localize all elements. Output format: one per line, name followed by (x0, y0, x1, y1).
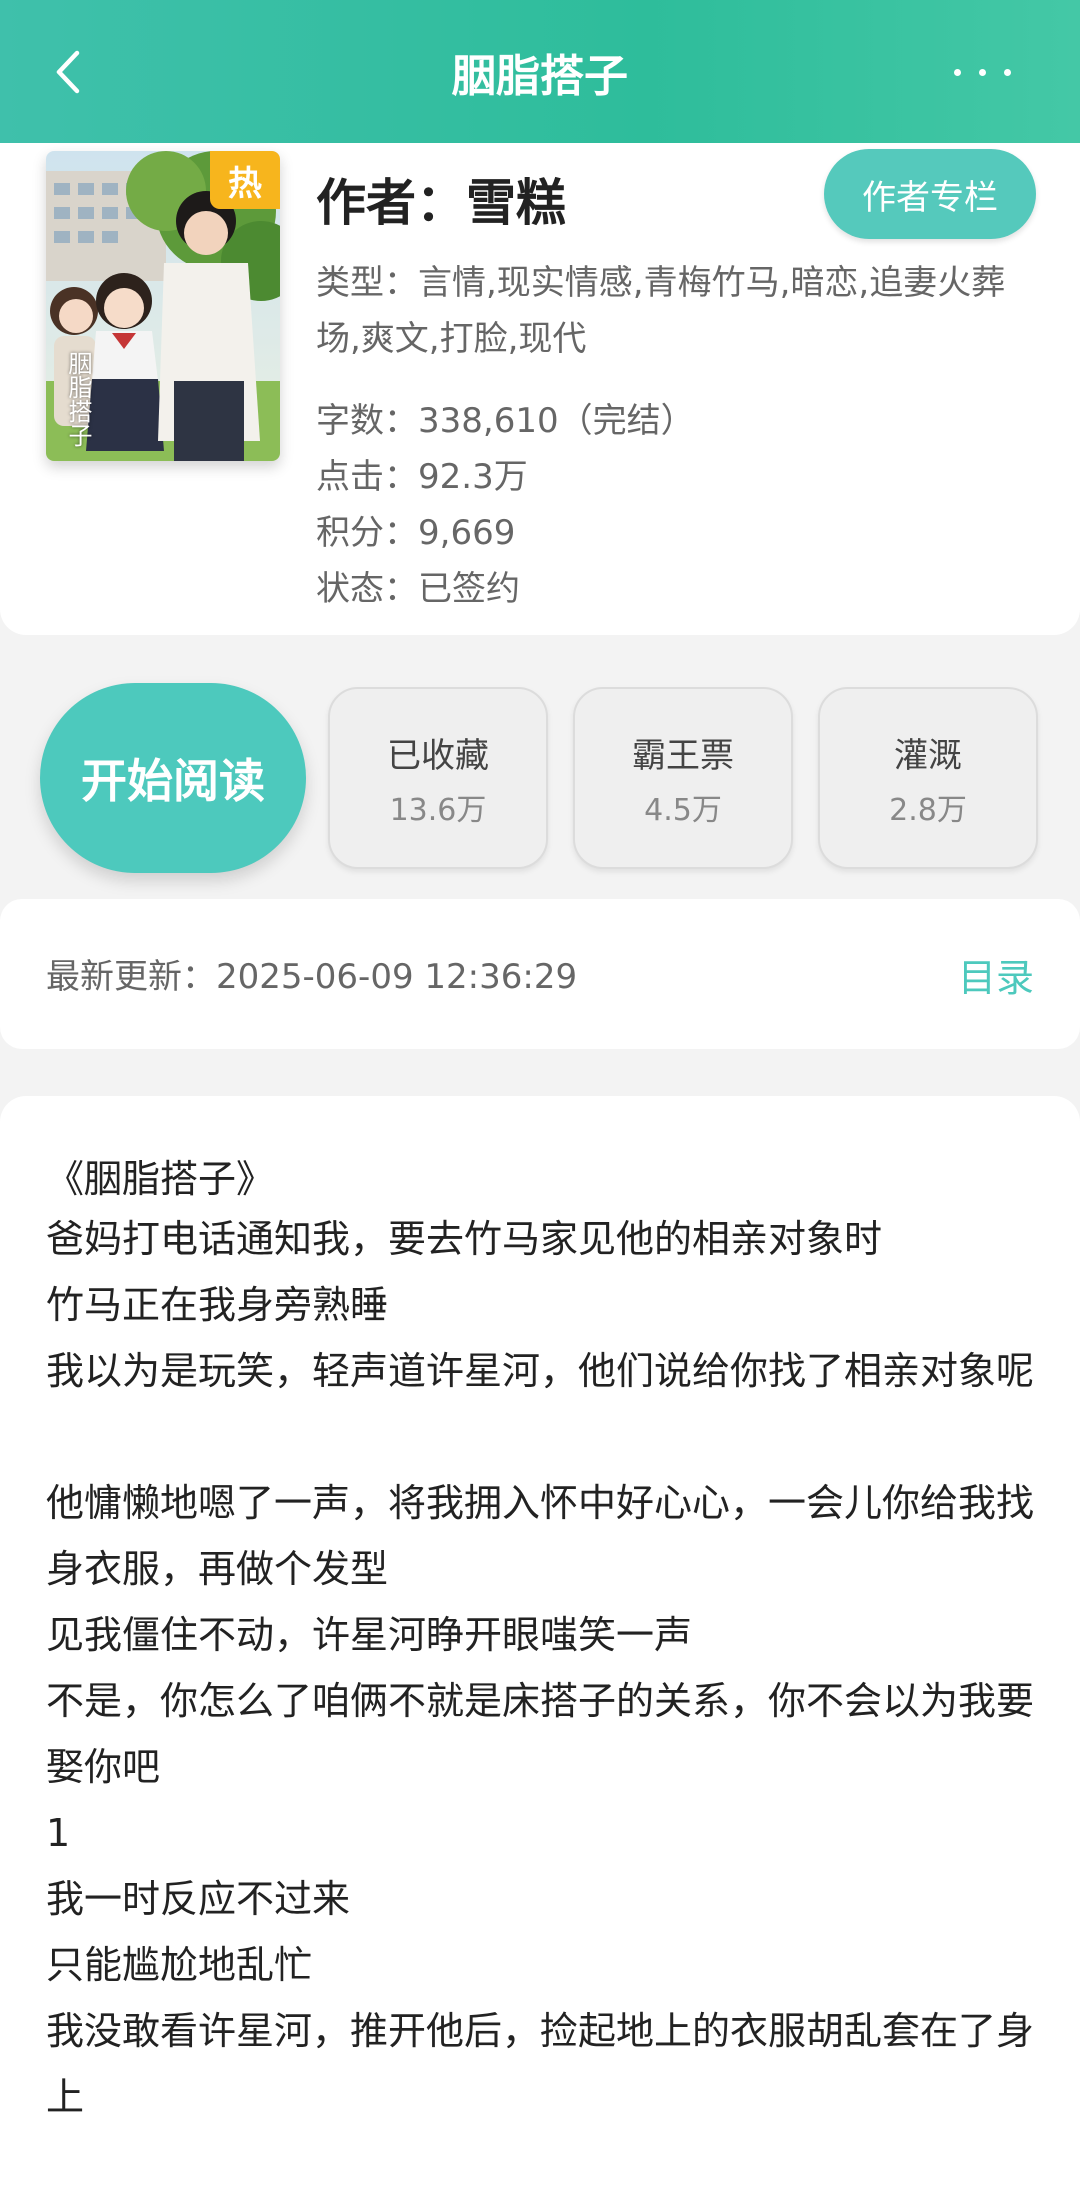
top-bar: 胭脂搭子 (0, 0, 1080, 143)
paragraph: 我一时反应不过来 (46, 1877, 351, 1921)
page-title: 胭脂搭子 (452, 51, 628, 102)
paragraph: 我没敢看许星河，推开他后，捡起地上的衣服胡乱套在了身上 (46, 2009, 1035, 2119)
chapter-book-title: 《胭脂搭子》 (46, 1157, 275, 1201)
author-name: 作者：雪糕 (316, 174, 566, 232)
paragraph: 1 (46, 1811, 71, 1855)
chapter-preview: 《胭脂搭子》 爸妈打电话通知我，要去竹马家见他的相亲对象时 竹马正在我身旁熟睡 … (0, 1096, 1080, 2198)
cover-title-text: 胭脂搭子 (64, 351, 92, 447)
hot-badge: 热 (210, 151, 280, 209)
king-ticket-button[interactable]: 霸王票 4.5万 (573, 687, 793, 869)
paragraph: 他慵懒地嗯了一声，将我拥入怀中好心心，一会儿你给我找身衣服，再做个发型 (46, 1481, 1035, 1591)
status-text: 状态：已签约 (316, 569, 520, 609)
click-count-text: 点击：92.3万 (316, 457, 528, 497)
score-text: 积分：9,669 (316, 513, 516, 553)
paragraph: 见我僵住不动，许星河睁开眼嗤笑一声 (46, 1613, 693, 1657)
more-dots-icon (953, 68, 961, 76)
table-of-contents-link[interactable]: 目录 (958, 947, 1034, 1002)
paragraph: 只能尴尬地乱忙 (46, 1943, 313, 1987)
book-cover[interactable]: 热 胭脂搭子 (46, 151, 280, 461)
paragraph: 我以为是玩笑，轻声道许星河，他们说给你找了相亲对象呢 (46, 1349, 1035, 1393)
favorite-count: 13.6万 (389, 792, 487, 828)
king-ticket-count: 4.5万 (644, 792, 722, 828)
nutrient-count: 2.8万 (889, 792, 967, 828)
paragraph: 竹马正在我身旁熟睡 (46, 1283, 389, 1327)
book-detail-page: 胭脂搭子 热 胭脂搭子 作者：雪糕 作者专栏 类型：言情,现实情感,青梅竹马,暗… (0, 0, 1080, 2198)
favorite-button[interactable]: 已收藏 13.6万 (328, 687, 548, 869)
paragraph: 爸妈打电话通知我，要去竹马家见他的相亲对象时 (46, 1217, 883, 1261)
word-count-text: 字数：338,610（完结） (316, 401, 695, 441)
king-ticket-label: 霸王票 (632, 735, 734, 776)
nutrient-label: 灌溉 (894, 735, 962, 776)
genre-text: 类型：言情,现实情感,青梅竹马,暗恋,追妻火葬场,爽文,打脸,现代 (316, 263, 1006, 359)
start-reading-button[interactable]: 开始阅读 (40, 683, 306, 873)
author-column-button[interactable]: 作者专栏 (824, 149, 1036, 239)
book-info-card: 热 胭脂搭子 作者：雪糕 作者专栏 类型：言情,现实情感,青梅竹马,暗恋,追妻火… (0, 143, 1080, 635)
paragraph: 不是，你怎么了咱俩不就是床搭子的关系，你不会以为我要娶你吧 (46, 1679, 1035, 1789)
nutrient-button[interactable]: 灌溉 2.8万 (818, 687, 1038, 869)
more-button[interactable] (934, 44, 1030, 100)
latest-update-text: 最新更新：2025-06-09 12:36:29 (46, 957, 578, 997)
favorite-label: 已收藏 (387, 735, 489, 776)
latest-update-bar: 最新更新：2025-06-09 12:36:29 目录 (0, 899, 1080, 1049)
